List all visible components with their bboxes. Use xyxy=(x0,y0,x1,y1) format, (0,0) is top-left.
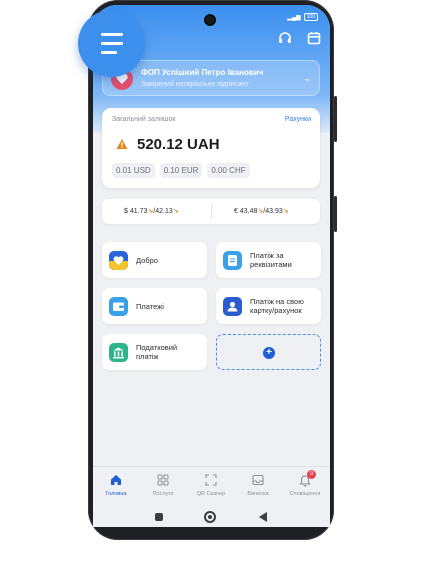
add-tile-button[interactable]: + xyxy=(216,334,321,370)
balance-label: Загальний залишок xyxy=(112,116,176,123)
down-arrow-icon: ↘ xyxy=(282,208,289,215)
grid-icon xyxy=(157,474,169,486)
account-subtitle: Завірений нотаріально підписант xyxy=(141,81,249,88)
hamburger-icon xyxy=(100,33,123,36)
tile-own-card-label: Платіж на свою картку/рахунок xyxy=(250,297,304,315)
rate-eur: € 43.48↘/43.93↘ xyxy=(234,208,289,215)
home-icon xyxy=(111,475,121,485)
tab-home-label: Головна xyxy=(105,491,127,497)
headset-icon[interactable] xyxy=(277,30,293,46)
rate-usd: $ 41.73↘/42.13↘ xyxy=(124,208,179,215)
tile-tax-label: Податковий платіж xyxy=(136,343,177,361)
qr-scan-icon xyxy=(205,474,217,486)
warning-icon xyxy=(116,139,128,149)
currency-chip-usd: 0.01 USD xyxy=(112,163,155,178)
tile-payment-details-line1: Платіж за xyxy=(250,251,284,260)
inbox-icon xyxy=(252,474,264,486)
tab-notifications-label: Сповіщення xyxy=(289,491,321,497)
tab-statement-label: Виписка xyxy=(247,491,269,497)
plus-icon: + xyxy=(263,347,275,359)
notifications-badge: 9 xyxy=(307,470,316,479)
rate-eur-sell: 43.93 xyxy=(265,208,283,215)
tile-payment-details[interactable]: Платіж за реквізитами xyxy=(216,242,321,278)
status-bar: ▂▄▆ 100 xyxy=(287,13,318,21)
tile-own-card[interactable]: Платіж на свою картку/рахунок xyxy=(216,288,321,324)
tile-dobro-label: Добро xyxy=(136,256,158,265)
account-name: ФОП Успішний Петро Іванович xyxy=(141,68,264,77)
chevron-down-icon: ⌄ xyxy=(303,73,311,83)
home-button-icon[interactable] xyxy=(204,511,216,523)
tile-payments-label: Платежі xyxy=(136,302,164,311)
system-nav-bar xyxy=(93,506,330,527)
front-camera xyxy=(204,14,216,26)
recent-apps-icon[interactable] xyxy=(155,513,163,521)
tab-notifications[interactable]: 9 Сповіщення xyxy=(285,470,325,497)
battery-indicator: 100 xyxy=(303,13,318,21)
currency-chip-chf: 0.00 CHF xyxy=(207,163,250,178)
bank-icon xyxy=(109,343,128,362)
tile-tax[interactable]: Податковий платіж xyxy=(102,334,207,370)
tab-services-label: Послуги xyxy=(152,491,174,497)
tile-tax-line1: Податковий xyxy=(136,343,178,352)
tab-statement[interactable]: Виписка xyxy=(238,473,278,497)
menu-button[interactable] xyxy=(78,10,145,77)
accounts-link[interactable]: Рахунки xyxy=(285,116,311,123)
tab-services[interactable]: Послуги xyxy=(143,473,183,497)
tile-payment-details-label: Платіж за реквізитами xyxy=(250,251,292,269)
tab-qr-scanner[interactable]: QR Сканер xyxy=(191,473,231,497)
balance-amount: 520.12 UAH xyxy=(137,136,220,153)
rate-usd-buy: 41.73 xyxy=(129,208,148,215)
heart-icon xyxy=(109,251,128,270)
tile-payments[interactable]: Платежі xyxy=(102,288,207,324)
currency-chip-eur: 0.10 EUR xyxy=(159,163,203,178)
bottom-tab-bar: Головна Послуги QR Сканер Виписка 9 Спов… xyxy=(93,466,330,506)
down-arrow-icon: ↘ xyxy=(147,208,154,215)
tile-own-card-line1: Платіж на свою xyxy=(250,297,304,306)
rate-eur-symbol: € xyxy=(234,208,238,215)
volume-button xyxy=(334,96,337,142)
rate-eur-buy: 43.48 xyxy=(239,208,258,215)
tile-own-card-line2: картку/рахунок xyxy=(250,306,302,315)
rate-usd-sell: 42.13 xyxy=(155,208,173,215)
balance-card: Загальний залишок Рахунки 520.12 UAH 0.0… xyxy=(102,108,320,188)
exchange-rates[interactable]: $ 41.73↘/42.13↘ € 43.48↘/43.93↘ xyxy=(102,199,320,224)
rate-usd-symbol: $ xyxy=(124,208,128,215)
down-arrow-icon: ↘ xyxy=(172,208,179,215)
signal-icon: ▂▄▆ xyxy=(287,14,301,21)
calendar-icon[interactable] xyxy=(306,30,322,46)
rates-divider xyxy=(211,204,212,219)
tile-payment-details-line2: реквізитами xyxy=(250,260,292,269)
person-card-icon xyxy=(223,297,242,316)
hamburger-icon xyxy=(100,51,117,54)
document-icon xyxy=(223,251,242,270)
power-button xyxy=(334,196,337,232)
currency-chips: 0.01 USD 0.10 EUR 0.00 CHF xyxy=(112,163,250,178)
tab-home[interactable]: Головна xyxy=(96,473,136,497)
back-icon[interactable] xyxy=(259,512,267,522)
tab-qr-scanner-label: QR Сканер xyxy=(196,491,226,497)
hamburger-icon xyxy=(100,42,123,45)
wallet-icon xyxy=(109,297,128,316)
tile-dobro[interactable]: Добро xyxy=(102,242,207,278)
tile-tax-line2: платіж xyxy=(136,352,159,361)
down-arrow-icon: ↘ xyxy=(257,208,264,215)
